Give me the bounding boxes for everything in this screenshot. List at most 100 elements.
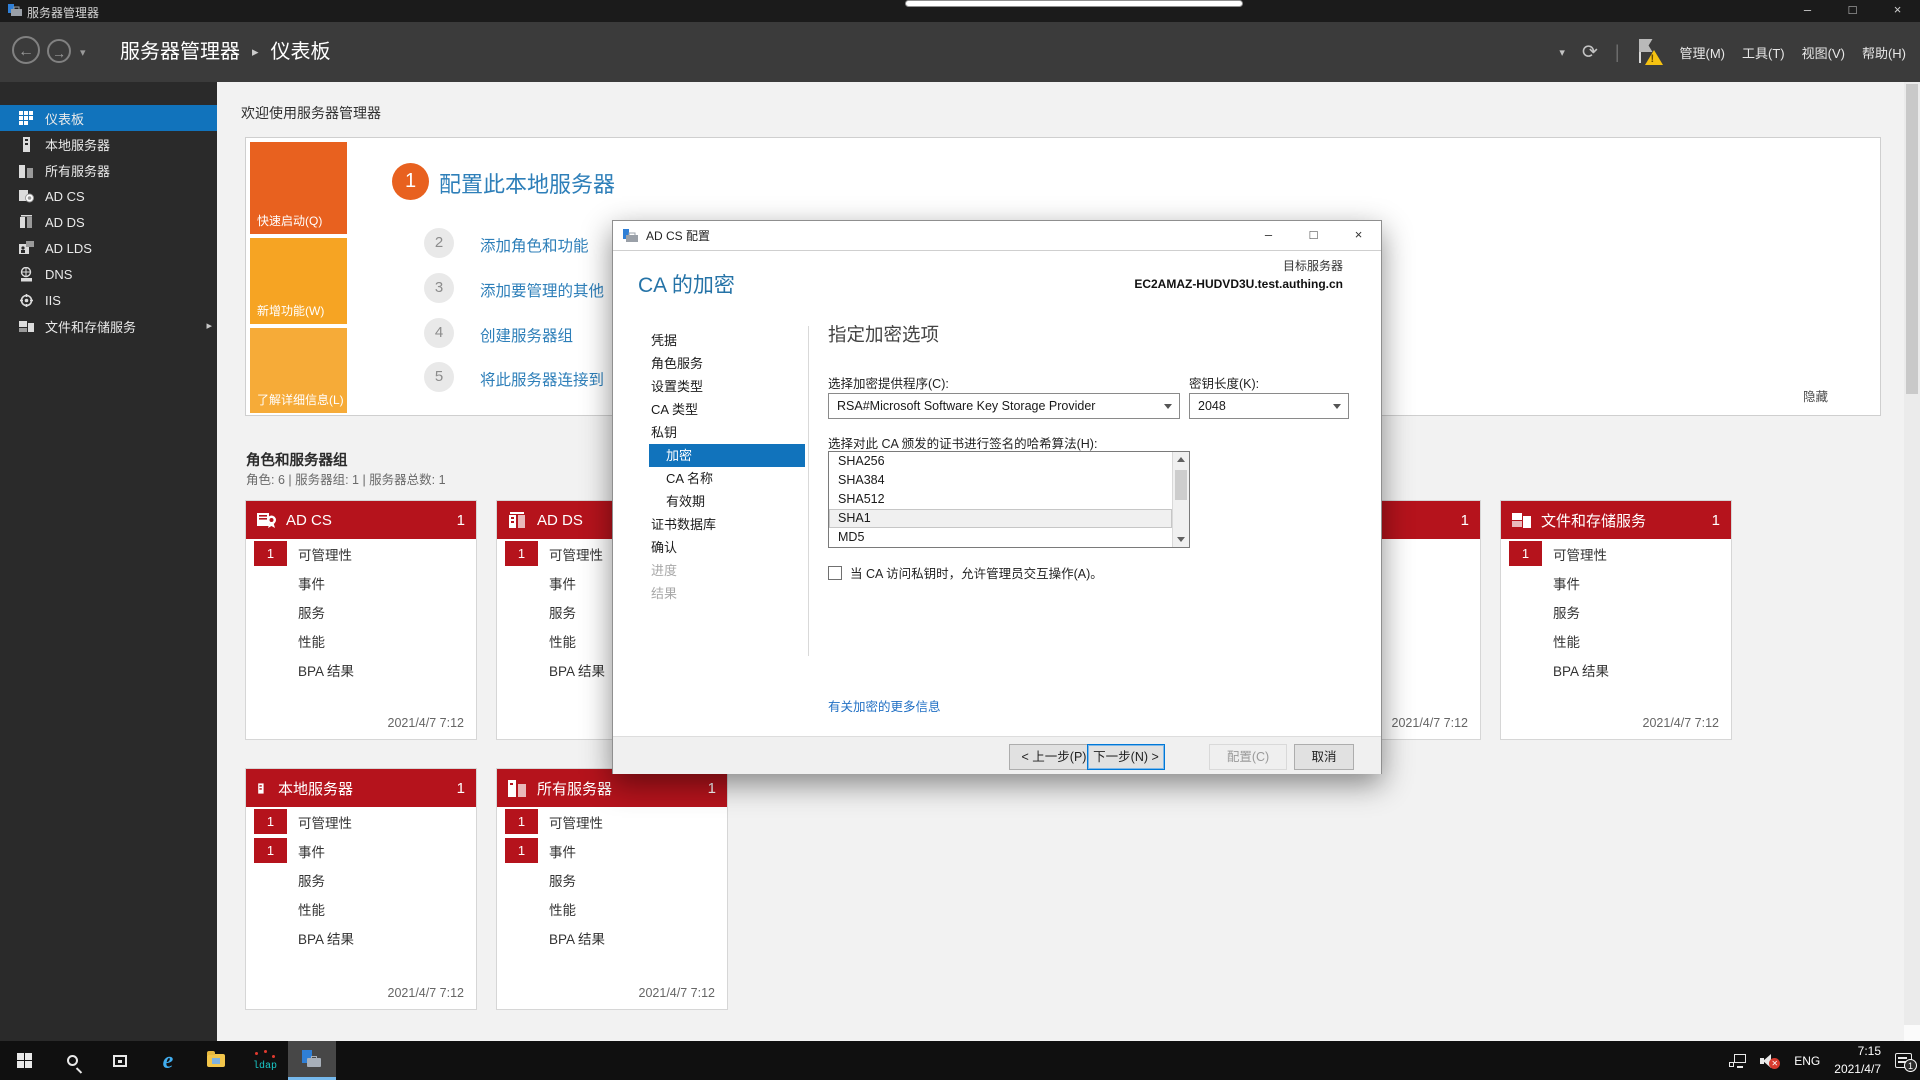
menu-tools[interactable]: 工具(T): [1742, 43, 1785, 62]
tile-row-services[interactable]: 服务: [246, 865, 476, 894]
next-button[interactable]: 下一步(N) >: [1087, 744, 1165, 770]
listbox-scrollbar-thumb[interactable]: [1175, 470, 1187, 500]
wizard-step-private-key[interactable]: 私钥: [649, 421, 805, 444]
sidebar-item-file-storage[interactable]: 文件和存储服务 ▸: [0, 313, 217, 339]
sidebar-item-all-servers[interactable]: 所有服务器: [0, 157, 217, 183]
wizard-step-ca-name[interactable]: CA 名称: [649, 467, 805, 490]
tile-local-server-header[interactable]: 本地服务器 1: [246, 769, 476, 807]
tile-row-events[interactable]: 1事件: [246, 836, 476, 865]
dialog-titlebar[interactable]: AD CS 配置 – □ ×: [613, 221, 1381, 251]
network-icon[interactable]: [1729, 1054, 1746, 1068]
sidebar-item-ad-cs[interactable]: AD CS: [0, 183, 217, 209]
tile-row-services[interactable]: 服务: [246, 597, 476, 626]
wizard-step-setup-type[interactable]: 设置类型: [649, 375, 805, 398]
notifications-dropdown-icon[interactable]: ▾: [1559, 46, 1565, 59]
hash-option-md5[interactable]: MD5: [829, 528, 1172, 547]
back-button[interactable]: ←: [12, 36, 40, 64]
notification-flag-warning-icon[interactable]: [1637, 39, 1663, 65]
taskbar-ie-button[interactable]: e: [144, 1041, 192, 1080]
tile-row-manageability[interactable]: 1可管理性: [1501, 539, 1731, 568]
language-indicator[interactable]: ENG: [1794, 1054, 1820, 1068]
alert-badge[interactable]: 1: [1509, 541, 1542, 566]
hash-option-sha1[interactable]: SHA1: [829, 509, 1172, 528]
tile-file-storage-header[interactable]: 文件和存储服务 1: [1501, 501, 1731, 539]
tile-row-bpa[interactable]: BPA 结果: [246, 923, 476, 952]
step-5-link[interactable]: 将此服务器连接到: [480, 368, 604, 390]
hash-option-sha512[interactable]: SHA512: [829, 490, 1172, 509]
tile-row-bpa[interactable]: BPA 结果: [497, 923, 727, 952]
wizard-step-ca-type[interactable]: CA 类型: [649, 398, 805, 421]
step-4-link[interactable]: 创建服务器组: [480, 324, 573, 346]
wizard-step-validity[interactable]: 有效期: [649, 490, 805, 513]
key-length-dropdown[interactable]: 2048: [1189, 393, 1349, 419]
listbox-scrollbar[interactable]: [1172, 452, 1189, 547]
allow-admin-interaction-checkbox[interactable]: [828, 566, 842, 580]
taskbar-server-manager-button[interactable]: [288, 1041, 336, 1080]
cancel-button[interactable]: 取消: [1294, 744, 1354, 770]
sidebar-item-local-server[interactable]: 本地服务器: [0, 131, 217, 157]
tile-row-manageability[interactable]: 1可管理性: [497, 807, 727, 836]
sidebar-item-iis[interactable]: IIS: [0, 287, 217, 313]
sidebar-item-ad-lds[interactable]: AD LDS: [0, 235, 217, 261]
sidebar-item-dns[interactable]: DNS: [0, 261, 217, 287]
refresh-icon[interactable]: ⟳: [1582, 41, 1598, 64]
hide-link[interactable]: 隐藏: [1803, 386, 1828, 405]
learn-more-block[interactable]: 了解详细信息(L): [250, 328, 347, 413]
alert-badge[interactable]: 1: [505, 809, 538, 834]
wizard-step-confirmation[interactable]: 确认: [649, 536, 805, 559]
hash-option-sha256[interactable]: SHA256: [829, 452, 1172, 471]
taskbar-search-button[interactable]: [48, 1041, 96, 1080]
dialog-close-button[interactable]: ×: [1336, 221, 1381, 250]
alert-badge[interactable]: 1: [505, 541, 538, 566]
tile-row-events[interactable]: 1事件: [497, 836, 727, 865]
wizard-step-cryptography[interactable]: 加密: [649, 444, 805, 467]
scroll-up-icon[interactable]: [1177, 457, 1185, 462]
provider-dropdown[interactable]: RSA#Microsoft Software Key Storage Provi…: [828, 393, 1180, 419]
tile-row-performance[interactable]: 性能: [497, 894, 727, 923]
step-1-link[interactable]: 配置此本地服务器: [439, 167, 615, 199]
maximize-button[interactable]: □: [1830, 0, 1875, 22]
scroll-down-icon[interactable]: [1177, 537, 1185, 542]
tile-row-manageability[interactable]: 1可管理性: [246, 539, 476, 568]
tile-all-servers-header[interactable]: 所有服务器 1: [497, 769, 727, 807]
taskbar-ldap-button[interactable]: ldap: [240, 1041, 288, 1080]
tile-row-bpa[interactable]: BPA 结果: [246, 655, 476, 684]
task-view-button[interactable]: [96, 1041, 144, 1080]
tile-row-performance[interactable]: 性能: [246, 894, 476, 923]
more-info-link[interactable]: 有关加密的更多信息: [828, 696, 941, 715]
tile-row-services[interactable]: 服务: [497, 865, 727, 894]
menu-manage[interactable]: 管理(M): [1680, 43, 1726, 62]
menu-view[interactable]: 视图(V): [1802, 43, 1845, 62]
whats-new-block[interactable]: 新增功能(W): [250, 238, 347, 324]
sidebar-item-dashboard[interactable]: 仪表板: [0, 105, 217, 131]
top-horizontal-scrollbar[interactable]: [905, 0, 1243, 7]
content-vertical-scrollbar[interactable]: [1904, 82, 1920, 1025]
minimize-button[interactable]: –: [1785, 0, 1830, 22]
wizard-step-cert-database[interactable]: 证书数据库: [649, 513, 805, 536]
taskbar-explorer-button[interactable]: [192, 1041, 240, 1080]
menu-help[interactable]: 帮助(H): [1862, 43, 1906, 62]
step-2-link[interactable]: 添加角色和功能: [480, 234, 589, 256]
alert-badge[interactable]: 1: [505, 838, 538, 863]
breadcrumb-root[interactable]: 服务器管理器: [120, 41, 240, 63]
hash-algorithm-listbox[interactable]: SHA256 SHA384 SHA512 SHA1 MD5: [828, 451, 1190, 548]
previous-button[interactable]: < 上一步(P): [1009, 744, 1099, 770]
sidebar-item-ad-ds[interactable]: AD DS: [0, 209, 217, 235]
start-button[interactable]: [0, 1041, 48, 1080]
dialog-maximize-button[interactable]: □: [1291, 221, 1336, 250]
step-3-link[interactable]: 添加要管理的其他: [480, 279, 604, 301]
tile-row-performance[interactable]: 性能: [246, 626, 476, 655]
wizard-step-role-services[interactable]: 角色服务: [649, 352, 805, 375]
taskbar-clock[interactable]: 7:15 2021/4/7: [1834, 1043, 1881, 1078]
tile-row-manageability[interactable]: 1可管理性: [246, 807, 476, 836]
volume-muted-icon[interactable]: ✕: [1760, 1053, 1780, 1069]
tile-row-services[interactable]: 服务: [1501, 597, 1731, 626]
close-button[interactable]: ×: [1875, 0, 1920, 22]
forward-button[interactable]: →: [47, 39, 71, 63]
tile-row-events[interactable]: 事件: [246, 568, 476, 597]
tile-row-bpa[interactable]: BPA 结果: [1501, 655, 1731, 684]
tile-row-performance[interactable]: 性能: [1501, 626, 1731, 655]
hash-option-sha384[interactable]: SHA384: [829, 471, 1172, 490]
tile-row-events[interactable]: 事件: [1501, 568, 1731, 597]
quickstart-block[interactable]: 快速启动(Q): [250, 142, 347, 234]
